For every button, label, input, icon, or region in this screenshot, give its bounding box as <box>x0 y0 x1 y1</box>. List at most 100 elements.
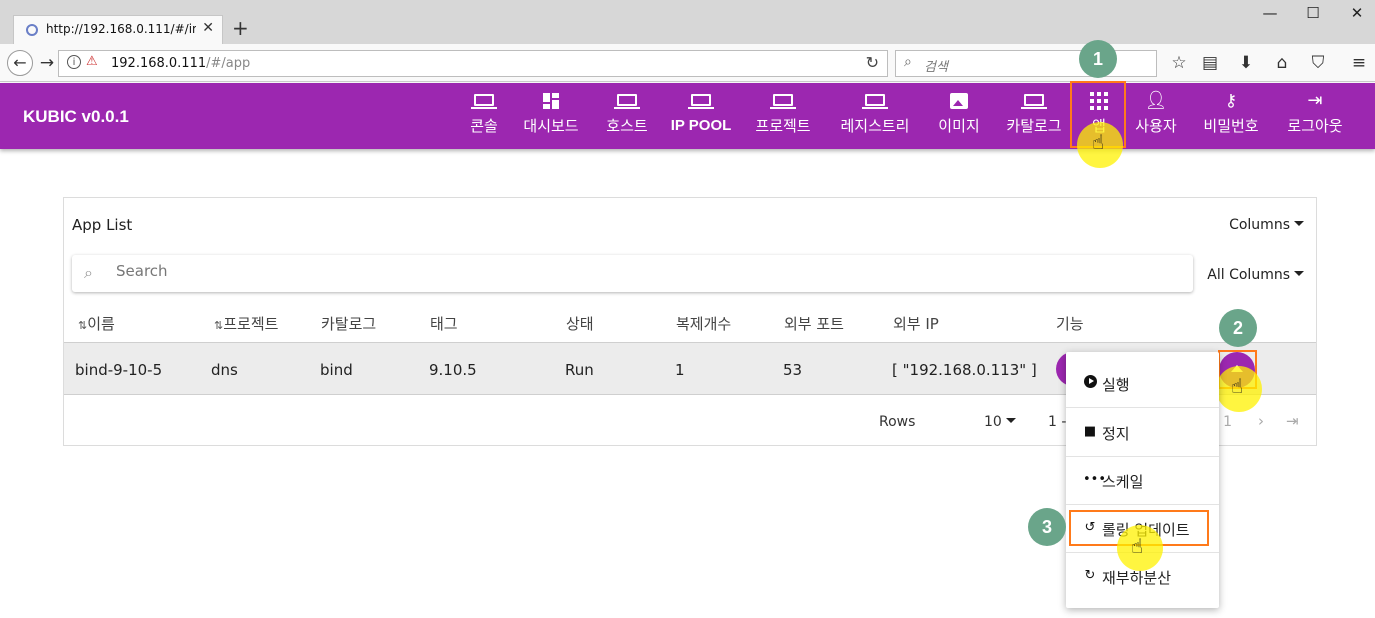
col-header-tag: 태그 <box>430 315 458 333</box>
next-page-icon[interactable]: › <box>1258 412 1264 430</box>
download-icon[interactable]: ⬇ <box>1235 53 1257 73</box>
hamburger-menu-icon[interactable]: ≡ <box>1348 53 1370 73</box>
bookmark-star-icon[interactable]: ☆ <box>1168 53 1190 73</box>
stop-icon: ■ <box>1083 424 1097 439</box>
nav-image[interactable]: 이미지 <box>933 91 985 143</box>
home-icon[interactable]: ⌂ <box>1271 53 1293 73</box>
minimize-icon[interactable]: — <box>1255 4 1285 22</box>
page-range: 1 - <box>1048 414 1067 430</box>
col-header-port: 외부 포트 <box>784 315 844 333</box>
forward-arrow-icon[interactable]: → <box>36 53 58 73</box>
caret-down-icon <box>1294 270 1304 276</box>
search-field[interactable]: ⌕ <box>72 255 1193 292</box>
nav-image-label: 이미지 <box>938 117 980 135</box>
col-header-replicas: 복제개수 <box>676 315 732 333</box>
app-brand: KUBIC v0.0.1 <box>23 107 129 126</box>
sort-icon: ⇅ <box>214 319 224 332</box>
nav-host[interactable]: 호스트 <box>601 91 653 143</box>
url-host: 192.168.0.111 <box>111 56 207 71</box>
sort-icon: ⇅ <box>78 319 88 332</box>
nav-user[interactable]: 👤︎ 사용자 <box>1130 91 1182 143</box>
caret-down-icon <box>1294 220 1304 226</box>
card-title: App List <box>72 216 133 234</box>
menu-item-stop-label: 정지 <box>1102 425 1130 443</box>
nav-logout[interactable]: ⇥ 로그아웃 <box>1282 91 1348 143</box>
browser-search-box[interactable]: ⌕ 검색 <box>895 50 1157 77</box>
nav-console[interactable]: 콘솔 <box>466 91 502 143</box>
tab-title: http://192.168.0.111/#/imag <box>46 22 196 36</box>
maximize-icon[interactable]: ☐ <box>1298 4 1328 22</box>
columns-label: Columns <box>1229 217 1290 233</box>
col-header-project-label: 프로젝트 <box>223 315 279 333</box>
cell-name: bind-9-10-5 <box>75 361 163 379</box>
cell-ip: [ "192.168.0.113" ] <box>892 361 1037 379</box>
refresh-icon: ↻ <box>1084 568 1096 583</box>
app-header: KUBIC v0.0.1 콘솔 대시보드 호스트 IP POOL 프로젝트 레지… <box>0 83 1375 149</box>
play-icon <box>1083 375 1097 392</box>
insecure-lock-icon: ⚠ <box>86 54 98 69</box>
cell-port: 53 <box>783 361 803 379</box>
info-icon[interactable]: i <box>67 55 81 69</box>
nav-dashboard-label: 대시보드 <box>523 117 579 135</box>
back-button[interactable]: ← <box>7 50 33 76</box>
col-header-name-label: 이름 <box>87 315 115 333</box>
caret-down-icon <box>1005 417 1016 423</box>
browser-tab[interactable]: http://192.168.0.111/#/imag ✕ <box>13 15 223 44</box>
col-header-status: 상태 <box>566 315 594 333</box>
nav-logout-label: 로그아웃 <box>1287 117 1343 135</box>
reload-icon[interactable]: ↻ <box>866 53 879 72</box>
cell-status: Run <box>565 361 594 379</box>
new-tab-button[interactable]: + <box>232 16 249 40</box>
menu-item-scale-label: 스케일 <box>1102 473 1144 491</box>
tab-close-icon[interactable]: ✕ <box>202 20 214 36</box>
nav-ip-pool[interactable]: IP POOL <box>669 91 733 143</box>
pocket-icon[interactable]: ⛉ <box>1307 53 1329 73</box>
col-header-name[interactable]: ⇅이름 <box>78 313 115 334</box>
nav-catalog[interactable]: 카탈로그 <box>1000 91 1068 143</box>
nav-user-label: 사용자 <box>1135 117 1177 135</box>
url-text[interactable]: 192.168.0.111/#/app <box>111 56 250 71</box>
all-columns-select[interactable]: All Columns <box>1207 267 1304 283</box>
menu-item-stop[interactable]: ■ 정지 <box>1066 409 1219 457</box>
col-header-actions: 기능 <box>1056 315 1084 333</box>
cell-replicas: 1 <box>675 361 685 379</box>
nav-project[interactable]: 프로젝트 <box>750 91 816 143</box>
nav-console-label: 콘솔 <box>470 117 498 135</box>
browser-tab-bar: http://192.168.0.111/#/imag ✕ + — ☐ ✕ <box>0 0 1375 44</box>
person-icon: 👤︎ <box>1144 90 1168 111</box>
url-bar[interactable]: i ⚠ 192.168.0.111/#/app ↻ <box>58 50 888 77</box>
dashboard-icon <box>518 91 584 111</box>
exit-icon: ⇥ <box>1307 90 1323 111</box>
cell-tag: 9.10.5 <box>429 361 477 379</box>
col-header-ip: 외부 IP <box>893 315 939 333</box>
rows-label: Rows <box>879 414 916 430</box>
image-icon <box>933 91 985 111</box>
nav-catalog-label: 카탈로그 <box>1006 117 1062 135</box>
menu-item-run-label: 실행 <box>1102 376 1130 394</box>
laptop-icon <box>669 91 733 111</box>
laptop-icon <box>466 91 502 111</box>
search-input[interactable] <box>116 262 1016 280</box>
key-icon: ⚷ <box>1224 91 1238 111</box>
nav-dashboard[interactable]: 대시보드 <box>518 91 584 143</box>
col-header-project[interactable]: ⇅프로젝트 <box>214 313 278 334</box>
nav-password[interactable]: ⚷ 비밀번호 <box>1198 91 1264 143</box>
rows-per-page-select[interactable]: 10 <box>984 414 1016 430</box>
reading-list-icon[interactable]: ▤ <box>1199 53 1221 73</box>
last-page-icon[interactable]: ⇥ <box>1286 412 1299 430</box>
nav-project-label: 프로젝트 <box>755 117 811 135</box>
all-columns-label: All Columns <box>1207 267 1290 283</box>
nav-host-label: 호스트 <box>606 117 648 135</box>
menu-item-run[interactable]: 실행 <box>1066 360 1219 408</box>
columns-button[interactable]: Columns <box>1229 217 1304 233</box>
cell-project: dns <box>211 361 238 379</box>
nav-ip-pool-label: IP POOL <box>670 117 732 134</box>
browser-search-placeholder: 검색 <box>924 60 948 75</box>
cell-catalog: bind <box>320 361 353 379</box>
nav-registry[interactable]: 레지스트리 <box>834 91 916 143</box>
rows-per-page-value: 10 <box>984 414 1002 430</box>
menu-item-scale[interactable]: ••• 스케일 <box>1066 457 1219 505</box>
hand-cursor-icon: ☝ <box>1092 130 1105 154</box>
hand-cursor-icon: ☝ <box>1231 374 1244 398</box>
window-close-icon[interactable]: ✕ <box>1342 4 1372 22</box>
